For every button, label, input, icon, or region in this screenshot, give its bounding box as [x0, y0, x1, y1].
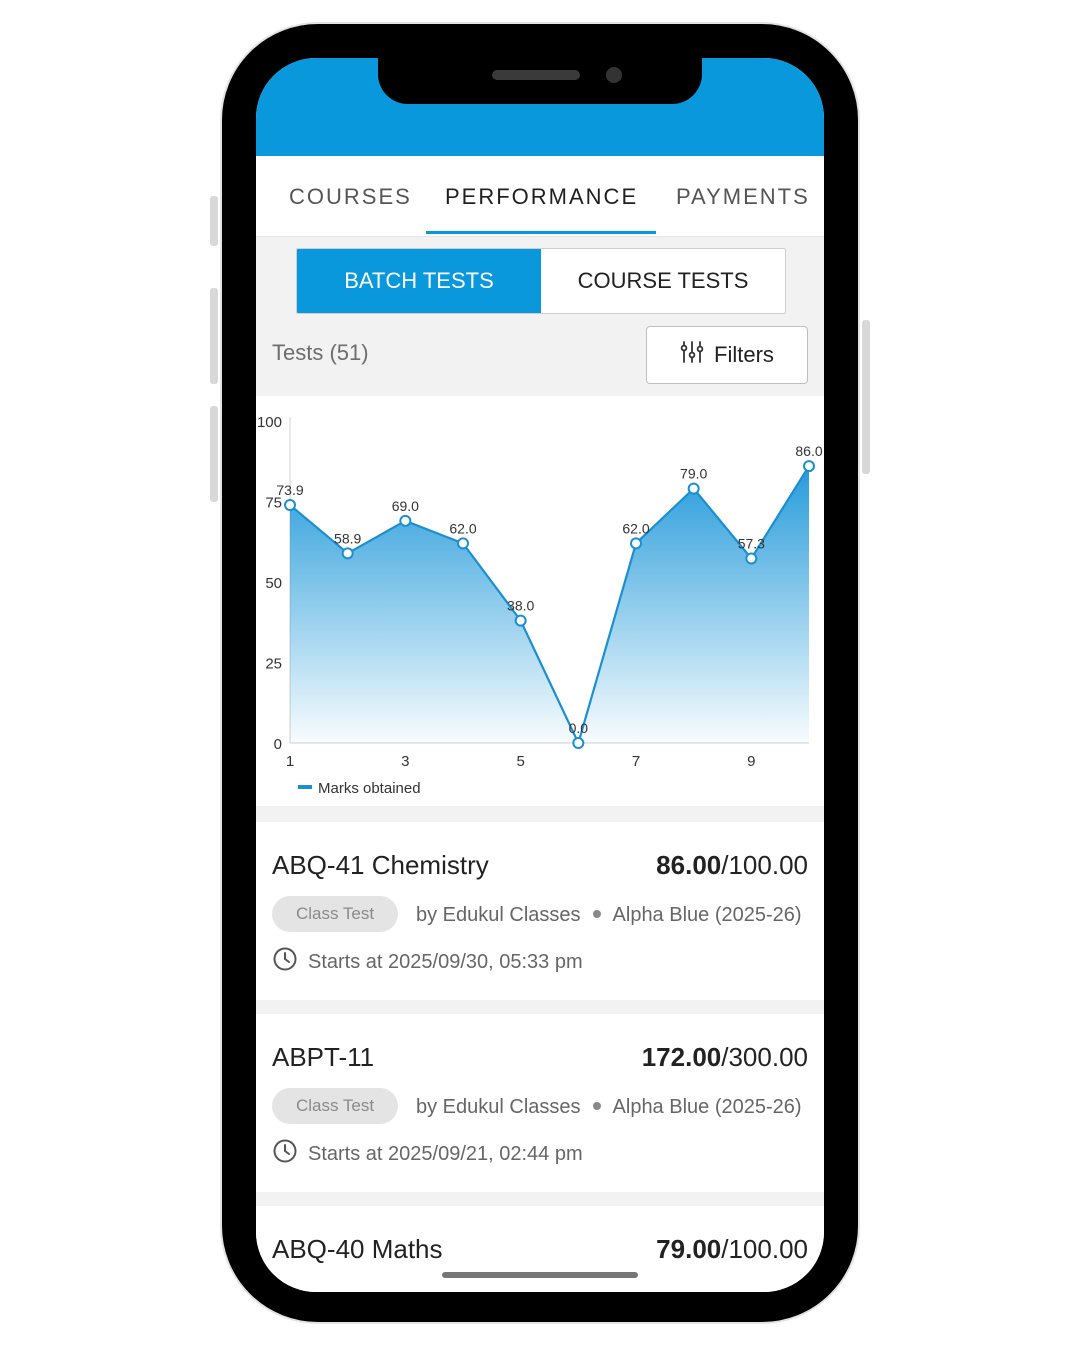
test-type-chip: Class Test [272, 896, 398, 932]
data-label: 73.9 [276, 482, 303, 498]
y-tick-label: 100 [257, 414, 282, 431]
test-card[interactable]: ABQ-40 Maths 79.00/100.00 [256, 1206, 824, 1292]
tab-bar: COURSES PERFORMANCE PAYMENTS [256, 156, 824, 237]
data-point [687, 482, 700, 495]
y-tick-label: 0 [274, 736, 282, 753]
data-label: 38.0 [507, 598, 534, 614]
y-tick-label: 25 [265, 656, 282, 673]
test-type-chip: Class Test [272, 1088, 398, 1124]
start-time-text: Starts at 2025/09/21, 02:44 pm [308, 1142, 583, 1165]
score-obtained: 86.00 [656, 850, 722, 880]
phone-notch [378, 58, 702, 104]
phone-volume-down [210, 406, 218, 502]
separator-dot [592, 1102, 601, 1111]
test-title: ABPT-11 [272, 1042, 375, 1072]
institute-name: by Edukul Classes [416, 904, 581, 926]
tab-payments[interactable]: PAYMENTS [676, 184, 810, 210]
clock-icon [272, 946, 298, 978]
start-time-text: Starts at 2025/09/30, 05:33 pm [308, 950, 583, 973]
home-indicator[interactable] [442, 1272, 638, 1278]
legend-label: Marks obtained [318, 780, 421, 797]
test-score: 86.00/100.00 [656, 850, 808, 881]
y-tick-label: 50 [265, 575, 282, 592]
batch-name: Alpha Blue (2025-26) [612, 1096, 802, 1118]
test-score: 79.00/100.00 [656, 1234, 808, 1265]
data-point [457, 537, 469, 550]
x-tick-label: 5 [516, 753, 524, 770]
test-start-time: Starts at 2025/09/21, 02:44 pm [272, 1138, 583, 1170]
front-camera [606, 67, 622, 83]
data-point [803, 460, 815, 473]
test-title: ABQ-41 Chemistry [272, 850, 489, 880]
tests-count: Tests (51) [272, 340, 369, 365]
clock-icon [272, 1138, 298, 1170]
data-label: 69.0 [392, 498, 419, 514]
test-meta: by Edukul Classes Alpha Blue (2025-26) [416, 904, 802, 927]
x-tick-label: 1 [286, 753, 294, 770]
series-area [290, 466, 809, 743]
score-obtained: 79.00 [656, 1234, 722, 1264]
data-label: 86.0 [795, 443, 822, 459]
score-total: /300.00 [721, 1042, 808, 1072]
test-score: 172.00/300.00 [642, 1042, 808, 1073]
test-type-toggle: BATCH TESTS COURSE TESTS [296, 248, 786, 314]
data-label: 0.0 [569, 720, 589, 736]
score-total: /100.00 [721, 1234, 808, 1264]
phone-silent-switch [210, 196, 218, 246]
score-total: /100.00 [721, 850, 808, 880]
test-card[interactable]: ABQ-41 Chemistry 86.00/100.00 Class Test… [256, 822, 824, 1000]
course-tests-button[interactable]: COURSE TESTS [541, 249, 785, 313]
test-card[interactable]: ABPT-11 172.00/300.00 Class Test by Eduk… [256, 1014, 824, 1192]
sliders-icon [680, 340, 704, 370]
data-point [341, 547, 354, 560]
tab-courses[interactable]: COURSES [289, 184, 412, 210]
speaker [492, 70, 580, 80]
x-tick-label: 9 [747, 753, 755, 770]
data-label: 58.9 [334, 530, 361, 546]
phone-power-button [862, 320, 870, 474]
data-point [572, 737, 585, 749]
data-label: 79.0 [680, 466, 707, 482]
test-meta: by Edukul Classes Alpha Blue (2025-26) [416, 1096, 802, 1119]
data-point [284, 499, 296, 512]
active-tab-indicator [426, 231, 656, 234]
app-screen: COURSES PERFORMANCE PAYMENTS BATCH TESTS… [256, 58, 824, 1292]
filters-button[interactable]: Filters [646, 326, 808, 384]
tab-performance[interactable]: PERFORMANCE [445, 184, 638, 210]
separator-dot [592, 910, 601, 919]
data-label: 62.0 [622, 520, 649, 536]
x-tick-label: 3 [401, 753, 409, 770]
score-obtained: 172.00 [641, 1042, 722, 1072]
performance-chart: 0 25 50 75 100 1 3 5 7 9 73.9 58.9 69.0 62.0 38.0 0.0 62… [256, 396, 824, 806]
filters-label: Filters [714, 342, 774, 367]
data-point [630, 537, 642, 550]
institute-name: by Edukul Classes [416, 1096, 581, 1118]
batch-name: Alpha Blue (2025-26) [612, 904, 802, 926]
data-point [399, 514, 412, 527]
data-label: 57.3 [738, 535, 765, 551]
test-title: ABQ-40 Maths [272, 1234, 443, 1264]
marks-chart: 02550751001 3 5 7 973.958.969.062.038.00.062… [257, 414, 823, 797]
x-tick-label: 7 [632, 753, 640, 770]
phone-volume-up [210, 288, 218, 384]
test-start-time: Starts at 2025/09/30, 05:33 pm [272, 946, 583, 978]
data-label: 62.0 [449, 520, 476, 536]
data-point [514, 614, 527, 627]
data-point [745, 552, 758, 565]
legend-swatch [298, 785, 312, 789]
batch-tests-button[interactable]: BATCH TESTS [297, 249, 541, 313]
